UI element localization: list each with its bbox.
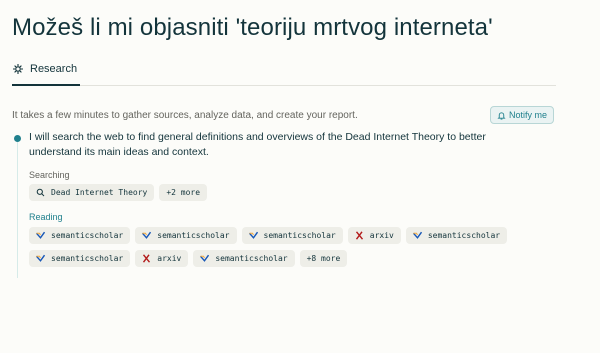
source-chip-label: +8 more: [306, 254, 341, 263]
source-chip-label: semanticscholar: [51, 254, 124, 263]
arxiv-icon: [355, 231, 364, 240]
source-chip-label: semanticscholar: [215, 254, 288, 263]
reading-more-chip[interactable]: +8 more: [299, 250, 348, 267]
reading-chips-row-1: semanticscholar semanticscholar semanticsc…: [29, 227, 508, 244]
semanticscholar-icon: [35, 231, 46, 240]
searching-label: Searching: [29, 170, 70, 180]
source-chip-label: semanticscholar: [427, 231, 501, 240]
page-title: Možeš li mi objasniti 'teoriju mrtvog in…: [12, 14, 493, 41]
bell-icon: [497, 111, 506, 120]
semanticscholar-icon: [412, 231, 422, 240]
search-query-label: Dead Internet Theory: [51, 188, 148, 197]
search-query-chip[interactable]: Dead Internet Theory: [29, 184, 155, 201]
tab-active-indicator: [12, 84, 80, 86]
semanticscholar-source-chip[interactable]: semanticscholar: [193, 250, 295, 267]
search-more-chip[interactable]: +2 more: [159, 184, 208, 201]
semanticscholar-source-chip[interactable]: semanticscholar: [405, 227, 508, 244]
tab-research-label: Research: [30, 63, 78, 75]
arxiv-source-chip[interactable]: arxiv: [347, 227, 401, 244]
notify-me-button[interactable]: Notify me: [490, 106, 554, 124]
tab-research[interactable]: Research: [12, 63, 77, 75]
arxiv-source-chip[interactable]: arxiv: [135, 250, 189, 267]
source-chip-label: arxiv: [369, 231, 394, 240]
reading-chips-row-2: semanticscholar arxiv semanticscholar +8 mo…: [29, 250, 348, 267]
semanticscholar-source-chip[interactable]: semanticscholar: [241, 227, 343, 244]
semanticscholar-source-chip[interactable]: semanticscholar: [135, 227, 237, 244]
tab-divider: [12, 85, 556, 86]
source-chip-label: semanticscholar: [51, 231, 124, 240]
search-more-label: +2 more: [166, 188, 201, 197]
arxiv-icon: [142, 254, 151, 263]
timeline-line: [17, 142, 18, 278]
semanticscholar-icon: [35, 254, 46, 263]
notify-me-label: Notify me: [508, 110, 547, 120]
source-chip-label: semanticscholar: [263, 231, 336, 240]
source-chip-label: arxiv: [157, 254, 182, 263]
progress-info-text: It takes a few minutes to gather sources…: [12, 110, 358, 121]
research-icon: [12, 63, 24, 75]
semanticscholar-icon: [200, 254, 210, 263]
step-description: I will search the web to find general de…: [29, 131, 486, 158]
semanticscholar-icon: [142, 231, 152, 240]
reading-label: Reading: [29, 212, 63, 222]
semanticscholar-icon: [248, 231, 258, 240]
search-icon: [36, 188, 45, 197]
source-chip-label: semanticscholar: [157, 231, 230, 240]
search-chips: Dead Internet Theory +2 more: [29, 184, 208, 201]
semanticscholar-source-chip[interactable]: semanticscholar: [29, 227, 131, 244]
timeline-dot: [14, 135, 21, 142]
semanticscholar-source-chip[interactable]: semanticscholar: [29, 250, 131, 267]
